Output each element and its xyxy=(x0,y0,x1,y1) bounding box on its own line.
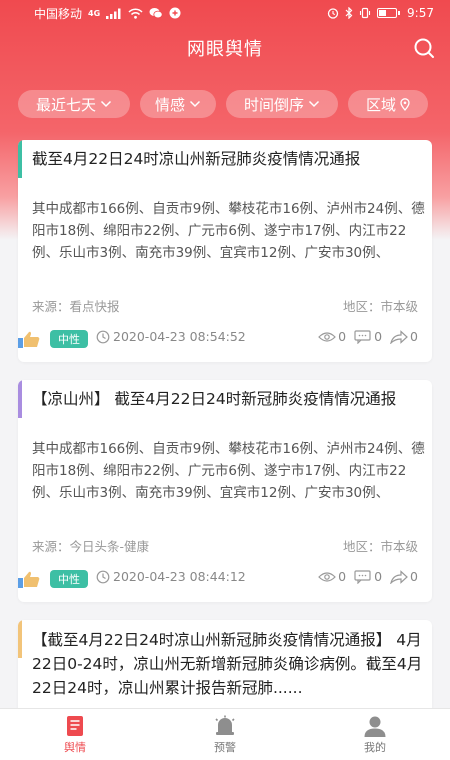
thumbs-up-icon xyxy=(18,330,42,348)
share-icon xyxy=(390,329,408,344)
article-region: 地区：市本级 xyxy=(342,539,418,554)
article-card[interactable]: 【截至4月22日24时凉山州新冠肺炎疫情情况通报】 4月22日0-24时，凉山州… xyxy=(18,620,432,720)
comment-count-value: 0 xyxy=(374,569,383,584)
article-card[interactable]: 截至4月22日24时凉山州新冠肺炎疫情情况通报 其中成都市166例、自贡市9例、… xyxy=(18,140,432,362)
article-meta: 来源：今日头条-健康 地区：市本级 xyxy=(32,536,418,555)
comment-icon xyxy=(354,329,371,344)
article-card[interactable]: 【凉山州】 截至4月22日24时新冠肺炎疫情情况通报 其中成都市166例、自贡市… xyxy=(18,380,432,602)
tab-profile[interactable]: 我的 xyxy=(300,709,450,760)
status-bar: 中国移动 4G 9:57 xyxy=(0,0,450,26)
bottom-tab-bar: 舆情 预警 我的 xyxy=(0,708,450,760)
vibrate-icon xyxy=(359,7,371,19)
article-source: 来源：看点快报 xyxy=(32,299,120,314)
signal-icon xyxy=(106,8,122,19)
article-source: 来源：今日头条-健康 xyxy=(32,539,150,554)
accent-bar xyxy=(18,140,22,178)
status-right: 9:57 xyxy=(327,6,434,20)
thumbs-up-icon xyxy=(18,570,42,588)
wifi-icon xyxy=(128,7,143,19)
tab-label: 我的 xyxy=(364,740,386,754)
article-stats: 0 0 0 xyxy=(318,569,418,584)
alarm-icon xyxy=(327,7,339,19)
view-count[interactable]: 0 xyxy=(318,329,346,344)
tab-label: 预警 xyxy=(214,740,236,754)
wechat-icon xyxy=(149,7,163,19)
network-type: 4G xyxy=(88,8,101,18)
filter-label: 时间倒序 xyxy=(243,95,304,114)
view-count[interactable]: 0 xyxy=(318,569,346,584)
bell-icon xyxy=(215,715,235,735)
filter-label: 区域 xyxy=(365,95,396,114)
share-icon xyxy=(390,569,408,584)
clock-icon xyxy=(96,570,110,583)
battery-icon xyxy=(377,8,401,18)
article-title: 【截至4月22日24时凉山州新冠肺炎疫情情况通报】 4月22日0-24时，凉山州… xyxy=(32,631,423,697)
accent-bar xyxy=(18,620,22,658)
filter-label: 最近七天 xyxy=(35,95,96,114)
chevron-down-icon xyxy=(100,100,112,108)
filter-time-range[interactable]: 最近七天 xyxy=(18,90,130,118)
clock: 9:57 xyxy=(407,6,434,20)
article-footer: 中性 2020-04-23 08:54:52 0 0 0 xyxy=(18,328,432,350)
search-button[interactable] xyxy=(412,36,436,60)
filter-bar: 最近七天 情感 时间倒序 区域 xyxy=(18,90,434,120)
comment-count[interactable]: 0 xyxy=(354,329,382,344)
article-datetime: 2020-04-23 08:54:52 xyxy=(113,329,246,344)
filter-sort-order[interactable]: 时间倒序 xyxy=(226,90,338,118)
filter-label: 情感 xyxy=(154,95,185,114)
sentiment-badge: 中性 xyxy=(50,570,88,588)
comment-count-value: 0 xyxy=(374,329,383,344)
article-time: 2020-04-23 08:44:12 xyxy=(96,569,246,584)
article-stats: 0 0 0 xyxy=(318,329,418,344)
location-pin-icon xyxy=(400,97,410,111)
article-datetime: 2020-04-23 08:44:12 xyxy=(113,569,246,584)
status-left: 中国移动 4G xyxy=(34,5,181,22)
article-footer: 中性 2020-04-23 08:44:12 0 0 0 xyxy=(18,568,432,590)
comment-count[interactable]: 0 xyxy=(354,569,382,584)
tab-alerts[interactable]: 预警 xyxy=(150,709,300,760)
app-notification-icon xyxy=(169,7,181,19)
share-count-value: 0 xyxy=(410,329,418,344)
eye-icon xyxy=(318,331,336,342)
page-title: 网眼舆情 xyxy=(187,39,263,60)
article-title: 截至4月22日24时凉山州新冠肺炎疫情情况通报 xyxy=(32,150,361,168)
tab-label: 舆情 xyxy=(64,740,86,754)
share-count[interactable]: 0 xyxy=(390,329,418,344)
eye-icon xyxy=(318,571,336,582)
clock-icon xyxy=(96,330,110,343)
filter-sentiment[interactable]: 情感 xyxy=(140,90,216,118)
article-region: 地区：市本级 xyxy=(342,299,418,314)
bluetooth-icon xyxy=(345,7,353,19)
tab-news[interactable]: 舆情 xyxy=(0,709,150,760)
view-count-value: 0 xyxy=(338,329,347,344)
chevron-down-icon xyxy=(308,100,320,108)
nav-bar: 网眼舆情 xyxy=(0,28,450,68)
article-summary: 其中成都市166例、自贡市9例、攀枝花市16例、泸州市24例、德阳市18例、绵阳… xyxy=(32,441,425,501)
filter-region[interactable]: 区域 xyxy=(348,90,428,118)
article-title: 【凉山州】 截至4月22日24时新冠肺炎疫情情况通报 xyxy=(32,390,397,408)
comment-icon xyxy=(354,569,371,584)
user-icon xyxy=(364,716,386,737)
sentiment-badge: 中性 xyxy=(50,330,88,348)
article-meta: 来源：看点快报 地区：市本级 xyxy=(32,296,418,315)
search-icon xyxy=(414,38,434,58)
share-count[interactable]: 0 xyxy=(390,569,418,584)
share-count-value: 0 xyxy=(410,569,418,584)
view-count-value: 0 xyxy=(338,569,347,584)
article-time: 2020-04-23 08:54:52 xyxy=(96,329,246,344)
news-icon xyxy=(67,715,83,736)
battery-level xyxy=(379,10,387,16)
carrier-name: 中国移动 xyxy=(34,6,83,21)
accent-bar xyxy=(18,380,22,418)
article-summary: 其中成都市166例、自贡市9例、攀枝花市16例、泸州市24例、德阳市18例、绵阳… xyxy=(32,201,425,261)
chevron-down-icon xyxy=(189,100,201,108)
